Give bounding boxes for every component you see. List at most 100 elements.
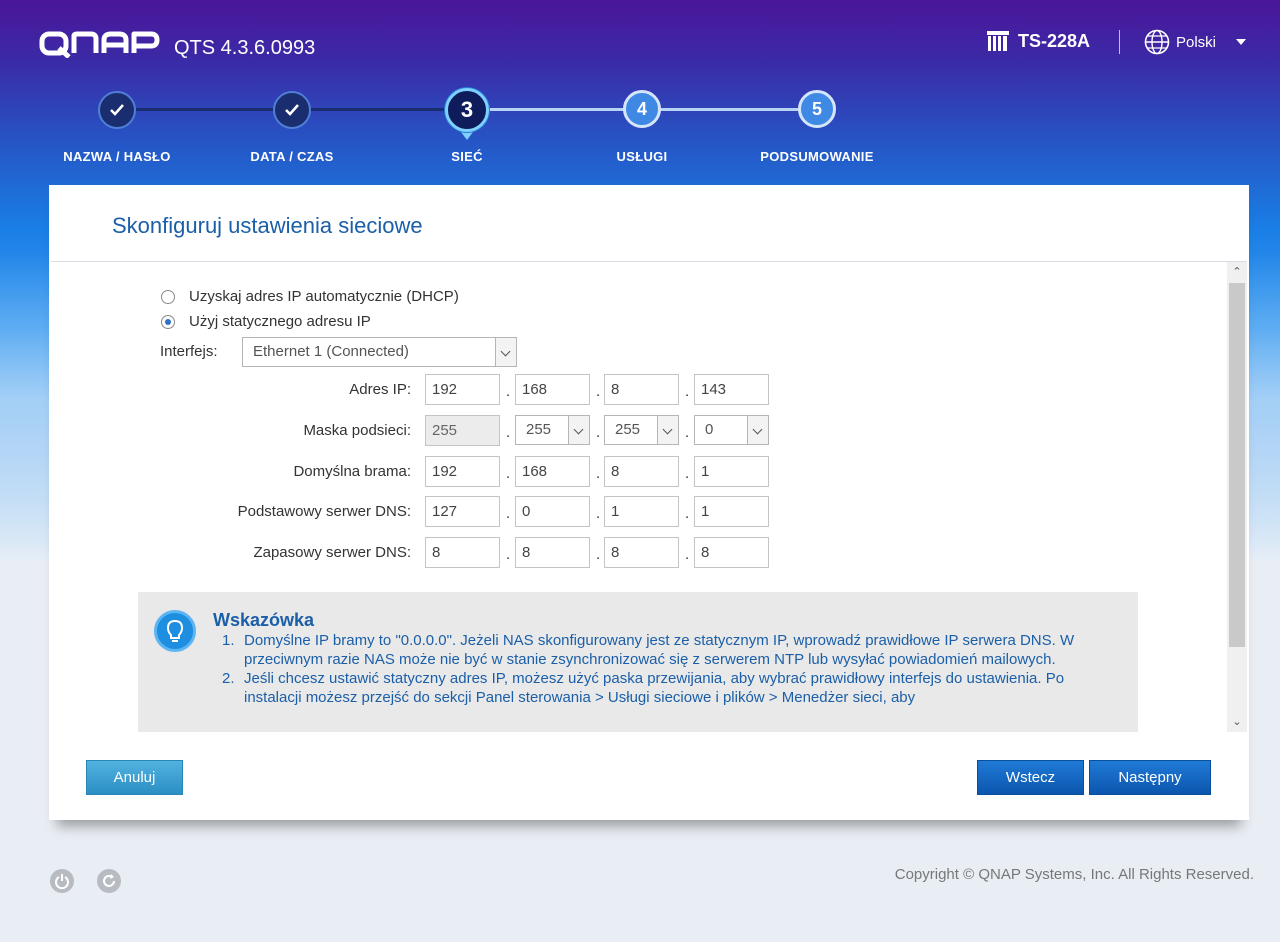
step-2-marker (273, 91, 311, 129)
ip-octet-2[interactable]: 168 (515, 374, 590, 405)
subnet-octet-2-value: 255 (526, 421, 552, 438)
interface-label: Interfejs: (160, 343, 218, 360)
chevron-down-icon (657, 416, 678, 444)
hint-item-text: Domyślne IP bramy to "0.0.0.0". Jeżeli N… (244, 632, 1075, 668)
primary-dns-octet-2[interactable]: 0 (515, 496, 590, 527)
hint-item-text: Jeśli chcesz ustawić statyczny adres IP,… (244, 670, 1065, 706)
scrollbar-thumb[interactable] (1229, 283, 1245, 647)
qnap-logo (39, 31, 160, 58)
globe-icon (1144, 29, 1170, 55)
chevron-down-icon (568, 416, 589, 444)
octet-separator: . (685, 505, 690, 522)
dhcp-label: Uzyskaj adres IP automatycznie (DHCP) (189, 288, 459, 305)
subnet-octet-3-select[interactable]: 255 (604, 415, 679, 445)
primary-dns-label: Podstawowy serwer DNS: (237, 503, 411, 520)
scroll-down-icon[interactable]: ⌄ (1227, 712, 1247, 732)
checkmark-icon (110, 104, 124, 116)
restart-icon[interactable] (97, 869, 121, 893)
octet-separator: . (506, 383, 511, 400)
step-1-marker (98, 91, 136, 129)
octet-separator: . (506, 505, 511, 522)
device-model-label: TS-228A (1018, 30, 1091, 51)
ip-octet-1[interactable]: 192 (425, 374, 500, 405)
step-connector-4 (642, 108, 817, 111)
secondary-dns-octet-4[interactable]: 8 (694, 537, 769, 568)
chevron-down-icon (495, 338, 516, 366)
subnet-octet-2-select[interactable]: 255 (515, 415, 590, 445)
octet-separator: . (506, 424, 511, 441)
checkmark-icon (285, 104, 299, 116)
nas-device-icon (987, 31, 1009, 51)
octet-separator: . (506, 546, 511, 563)
hint-item: 1. Domyślne IP bramy to "0.0.0.0". Jeżel… (222, 631, 1122, 669)
octet-separator: . (596, 424, 601, 441)
lightbulb-icon (154, 610, 196, 652)
power-icon[interactable] (50, 869, 74, 893)
step-2-label: DATA / CZAS (250, 149, 334, 164)
step-4-marker: 4 (623, 90, 661, 128)
language-selector[interactable]: Polski (1144, 29, 1247, 55)
gateway-octet-1[interactable]: 192 (425, 456, 500, 487)
octet-separator: . (685, 383, 690, 400)
step-4-label: USŁUGI (616, 149, 668, 164)
primary-dns-octet-3[interactable]: 1 (604, 496, 679, 527)
static-ip-option[interactable]: Użyj statycznego adresu IP (161, 313, 371, 330)
next-button[interactable]: Następny (1089, 760, 1211, 795)
step-5-marker: 5 (798, 90, 836, 128)
static-ip-radio[interactable] (161, 314, 175, 329)
octet-separator: . (685, 546, 690, 563)
gateway-octet-3[interactable]: 8 (604, 456, 679, 487)
octet-separator: . (685, 465, 690, 482)
content-scrollbar[interactable]: ⌃ ⌄ (1227, 262, 1247, 732)
firmware-version: QTS 4.3.6.0993 (174, 37, 316, 59)
octet-separator: . (506, 465, 511, 482)
gateway-octet-2[interactable]: 168 (515, 456, 590, 487)
secondary-dns-octet-3[interactable]: 8 (604, 537, 679, 568)
secondary-dns-octet-1[interactable]: 8 (425, 537, 500, 568)
octet-separator: . (596, 505, 601, 522)
step-3-label: SIEĆ (451, 149, 483, 164)
step-connector-1 (117, 108, 292, 111)
octet-separator: . (685, 424, 690, 441)
header-divider (1119, 30, 1120, 54)
network-settings-form: Uzyskaj adres IP automatycznie (DHCP) Uż… (51, 262, 1227, 732)
chevron-down-icon (1236, 39, 1247, 45)
step-connector-2 (292, 108, 467, 111)
device-model: TS-228A (986, 30, 1090, 52)
octet-separator: . (596, 383, 601, 400)
chevron-down-icon (747, 416, 768, 444)
scroll-up-icon[interactable]: ⌃ (1227, 262, 1247, 282)
octet-separator: . (596, 546, 601, 563)
step-connector-3 (467, 108, 642, 111)
subnet-octet-1: 255 (425, 415, 500, 446)
subnet-octet-4-select[interactable]: 0 (694, 415, 769, 445)
gateway-octet-4[interactable]: 1 (694, 456, 769, 487)
hint-item: 2. Jeśli chcesz ustawić statyczny adres … (222, 669, 1122, 707)
hint-title: Wskazówka (213, 610, 315, 630)
hint-item-number: 2. (222, 670, 235, 687)
secondary-dns-octet-2[interactable]: 8 (515, 537, 590, 568)
step-1-label: NAZWA / HASŁO (63, 149, 171, 164)
interface-select[interactable]: Ethernet 1 (Connected) (242, 337, 517, 367)
octet-separator: . (596, 465, 601, 482)
wizard-panel: Skonfiguruj ustawienia sieciowe Uzyskaj … (49, 185, 1249, 820)
language-label: Polski (1176, 33, 1217, 51)
cancel-button[interactable]: Anuluj (86, 760, 183, 795)
dhcp-radio[interactable] (161, 289, 175, 304)
secondary-dns-label: Zapasowy serwer DNS: (253, 544, 411, 561)
subnet-mask-label: Maska podsieci: (303, 422, 411, 439)
hint-item-number: 1. (222, 632, 235, 649)
copyright-text: Copyright © QNAP Systems, Inc. All Right… (894, 866, 1254, 883)
dhcp-option[interactable]: Uzyskaj adres IP automatycznie (DHCP) (161, 288, 459, 305)
static-ip-label: Użyj statycznego adresu IP (189, 313, 371, 330)
primary-dns-octet-1[interactable]: 127 (425, 496, 500, 527)
subnet-octet-4-value: 0 (705, 421, 714, 438)
back-button[interactable]: Wstecz (977, 760, 1084, 795)
interface-select-value: Ethernet 1 (Connected) (253, 343, 409, 360)
ip-address-label: Adres IP: (349, 381, 411, 398)
ip-octet-4[interactable]: 143 (694, 374, 769, 405)
ip-octet-3[interactable]: 8 (604, 374, 679, 405)
step-5-label: PODSUMOWANIE (760, 149, 874, 164)
hint-box: Wskazówka 1. Domyślne IP bramy to "0.0.0… (138, 592, 1138, 732)
primary-dns-octet-4[interactable]: 1 (694, 496, 769, 527)
